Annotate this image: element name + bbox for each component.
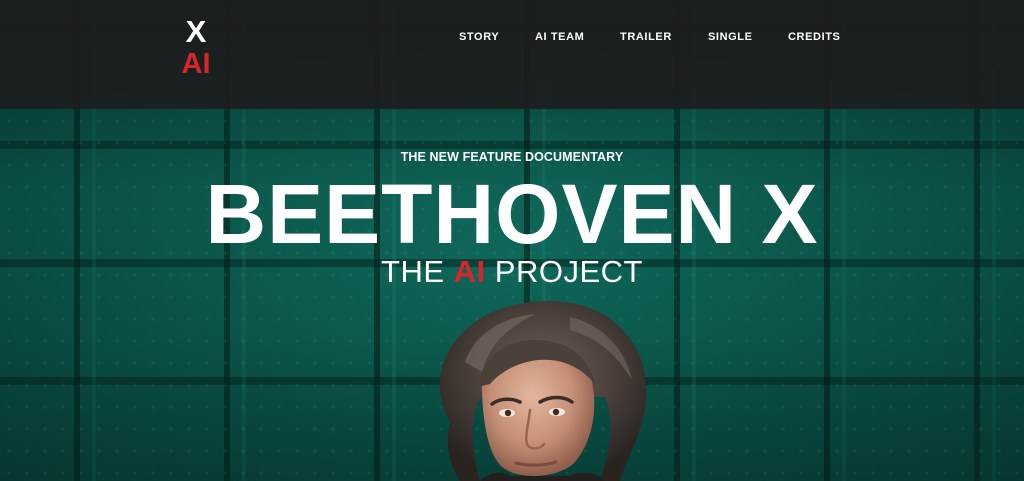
- nav-single[interactable]: SINGLE: [708, 31, 753, 43]
- beethoven-portrait: [439, 300, 647, 481]
- logo-ai: AI: [181, 48, 211, 80]
- nav-story[interactable]: STORY: [459, 31, 499, 43]
- subtitle-ai: AI: [453, 254, 486, 289]
- hero-subtitle: THE AI PROJECT: [0, 254, 1024, 290]
- nav-trailer[interactable]: TRAILER: [620, 31, 672, 43]
- site-logo[interactable]: X AI: [172, 16, 220, 79]
- subtitle-project: PROJECT: [494, 254, 643, 289]
- nav-credits[interactable]: CREDITS: [788, 31, 840, 43]
- subtitle-the: THE: [381, 254, 445, 289]
- hero-title: BEETHOVEN X: [205, 167, 819, 261]
- site-header: X AI STORY AI TEAM TRAILER SINGLE CREDIT…: [0, 0, 1024, 109]
- main-nav: STORY AI TEAM TRAILER SINGLE CREDITS: [0, 31, 1024, 47]
- nav-ai-team[interactable]: AI TEAM: [535, 31, 584, 43]
- hero-kicker: THE NEW FEATURE DOCUMENTARY: [400, 150, 624, 164]
